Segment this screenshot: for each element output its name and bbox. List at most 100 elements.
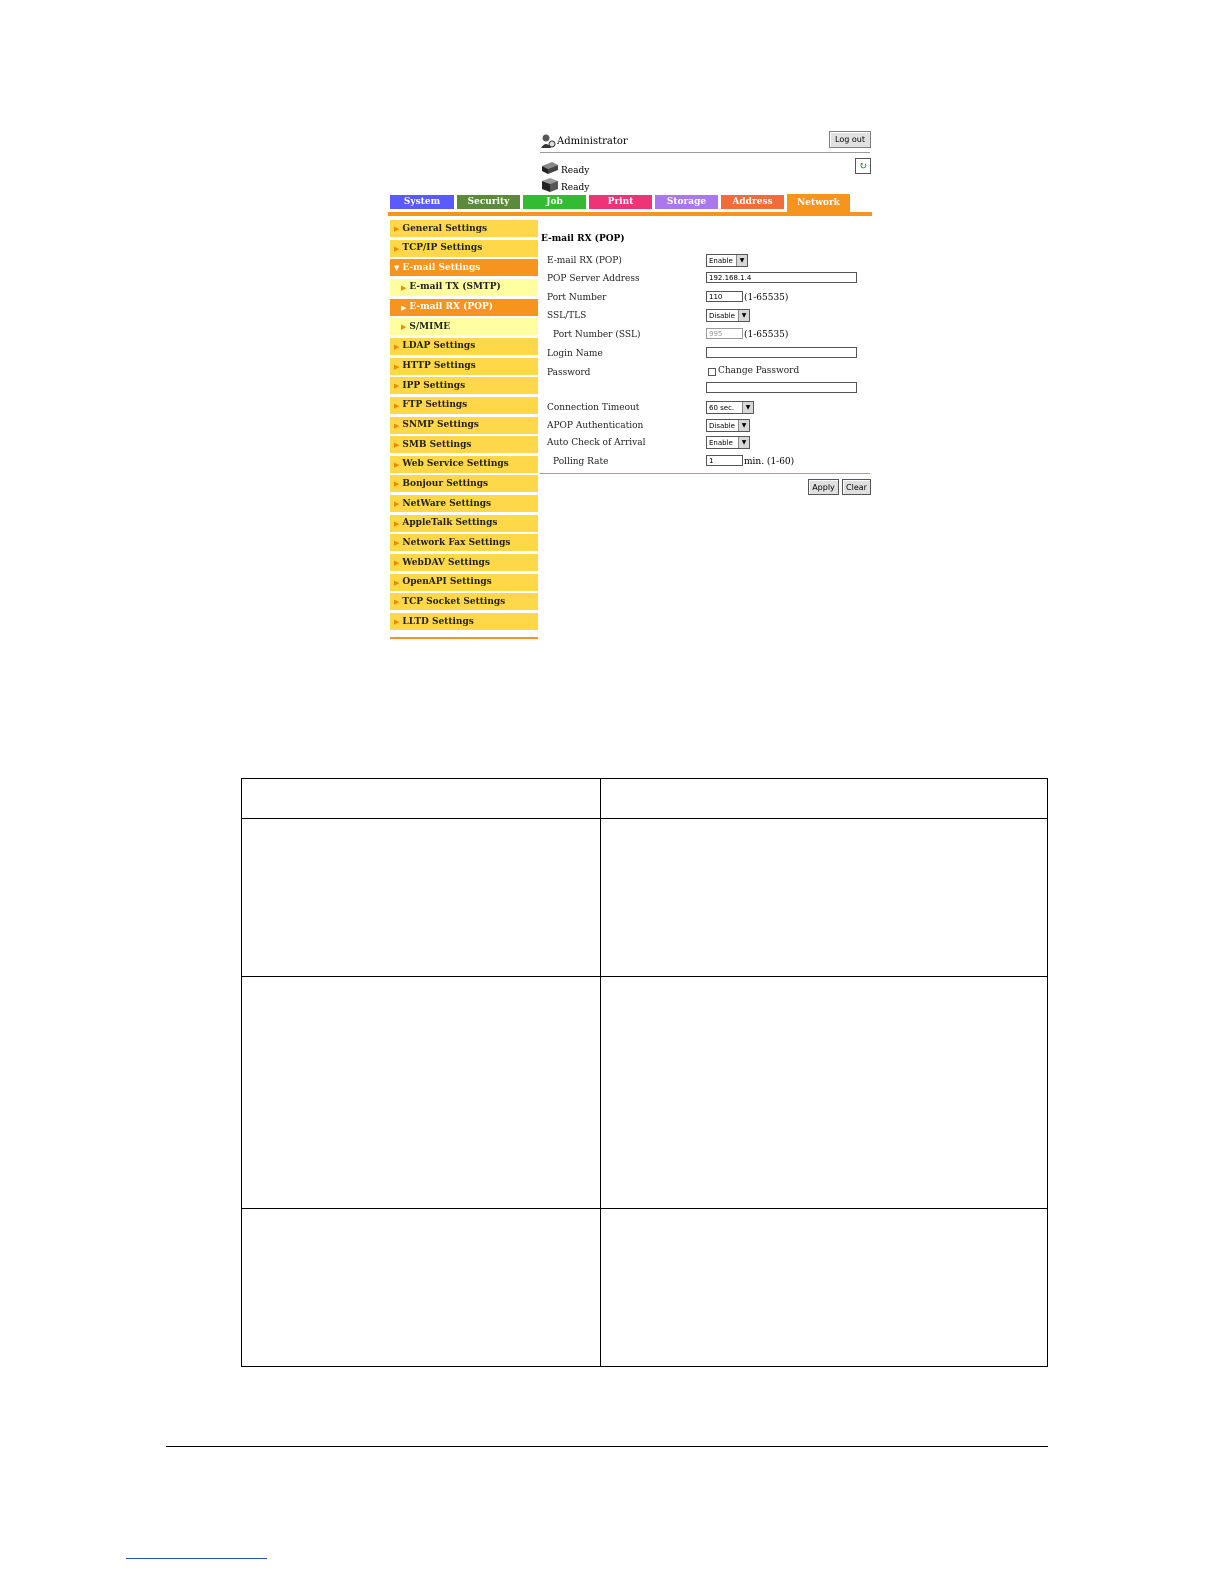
change-password-label: Change Password <box>718 366 800 376</box>
clear-button[interactable]: Clear <box>842 479 871 495</box>
port-ssl-range-hint: (1-65535) <box>744 330 789 340</box>
sidebar-item-label: E-mail RX (POP) <box>409 302 493 313</box>
ssl-tls-label: SSL/TLS <box>547 311 587 321</box>
sidebar-item-label: S/MIME <box>409 321 451 332</box>
sidebar-item-label: TCP Socket Settings <box>402 596 506 607</box>
sidebar-item-label: OpenAPI Settings <box>402 577 492 588</box>
sidebar-item-label: LLTD Settings <box>402 616 474 627</box>
polling-rate-input[interactable]: 1 <box>706 455 743 466</box>
triangle-right-icon: ▶ <box>401 282 407 292</box>
sidebar-item-ipp-settings[interactable]: ▶ IPP Settings <box>390 377 538 395</box>
triangle-right-icon: ▶ <box>394 617 400 626</box>
description-table <box>241 778 1048 1367</box>
form-divider <box>540 473 870 474</box>
password-label: Password <box>547 368 591 378</box>
pop-server-input[interactable]: 192.168.1.4 <box>706 272 857 283</box>
ssl-tls-select[interactable]: Disable ▼ <box>706 309 750 322</box>
triangle-right-icon: ▶ <box>394 558 400 568</box>
apop-auth-label: APOP Authentication <box>547 421 644 431</box>
tab-job[interactable]: Job <box>523 195 586 209</box>
apop-auth-value: Disable <box>709 421 735 430</box>
change-password-checkbox[interactable] <box>708 368 716 376</box>
ssl-tls-value: Disable <box>709 311 735 320</box>
tab-underline <box>388 212 872 216</box>
sidebar-item-e-mail-tx-smtp[interactable]: ▶ E-mail TX (SMTP) <box>390 278 538 296</box>
printer-icon <box>540 160 560 176</box>
sidebar-item-ldap-settings[interactable]: ▶ LDAP Settings <box>390 337 538 355</box>
sidebar-item-webdav-settings[interactable]: ▶ WebDAV Settings <box>390 554 538 572</box>
admin-indicator: Administrator <box>540 132 628 150</box>
sidebar-item-netware-settings[interactable]: ▶ NetWare Settings <box>390 495 538 513</box>
pop-server-label: POP Server Address <box>547 274 640 284</box>
tab-storage[interactable]: Storage <box>655 195 718 209</box>
connection-timeout-select[interactable]: 60 sec. ▼ <box>706 401 754 414</box>
sidebar-item-openapi-settings[interactable]: ▶ OpenAPI Settings <box>390 573 538 591</box>
sidebar-item-label: TCP/IP Settings <box>402 243 483 254</box>
administrator-icon <box>540 133 556 149</box>
sidebar-item-ftp-settings[interactable]: ▶ FTP Settings <box>390 396 538 414</box>
sidebar-item-lltd-settings[interactable]: ▶ LLTD Settings <box>390 613 538 630</box>
auto-check-value: Enable <box>709 438 733 447</box>
refresh-icon[interactable]: ↻ <box>855 158 871 174</box>
scanner-status: Ready <box>540 175 589 193</box>
table-row-divider <box>242 976 1047 977</box>
triangle-right-icon: ▶ <box>394 538 400 548</box>
email-rx-select[interactable]: Enable ▼ <box>706 254 748 267</box>
sidebar-item-label: General Settings <box>402 223 488 234</box>
apply-button[interactable]: Apply <box>808 479 839 495</box>
sidebar-item-label: Network Fax Settings <box>402 537 511 548</box>
sidebar-item-snmp-settings[interactable]: ▶ SNMP Settings <box>390 416 538 434</box>
web-admin-screenshot: Administrator Log out Ready Ready ↻ Syst… <box>388 128 872 643</box>
password-input[interactable] <box>706 382 857 393</box>
port-number-label: Port Number <box>547 293 607 303</box>
tab-print[interactable]: Print <box>589 195 652 209</box>
email-rx-value: Enable <box>709 256 733 265</box>
sidebar-item-s-mime[interactable]: ▶ S/MIME <box>390 318 538 336</box>
sidebar-item-web-service-settings[interactable]: ▶ Web Service Settings <box>390 455 538 473</box>
sidebar-item-bonjour-settings[interactable]: ▶ Bonjour Settings <box>390 475 538 493</box>
port-ssl-label: Port Number (SSL) <box>553 330 641 340</box>
scanner-icon <box>540 177 560 193</box>
login-name-input[interactable] <box>706 347 857 358</box>
sidebar-item-e-mail-rx-pop[interactable]: ▶ E-mail RX (POP) <box>390 298 538 316</box>
apop-auth-select[interactable]: Disable ▼ <box>706 419 750 432</box>
triangle-right-icon: ▶ <box>401 302 407 312</box>
triangle-right-icon: ▶ <box>394 224 400 233</box>
port-ssl-input[interactable]: 995 <box>706 328 743 339</box>
triangle-right-icon: ▶ <box>401 322 407 332</box>
header-divider <box>540 152 870 153</box>
triangle-right-icon: ▶ <box>394 597 400 607</box>
printer-status: Ready <box>540 158 589 176</box>
sidebar-bottom-rule <box>390 637 538 639</box>
polling-rate-unit: min. (1-60) <box>744 457 795 467</box>
sidebar-item-tcp-socket-settings[interactable]: ▶ TCP Socket Settings <box>390 593 538 611</box>
sidebar-item-label: SNMP Settings <box>402 420 479 430</box>
triangle-right-icon: ▶ <box>394 459 400 469</box>
triangle-right-icon: ▶ <box>394 243 400 253</box>
table-column-divider <box>600 779 601 1366</box>
port-number-input[interactable]: 110 <box>706 291 743 302</box>
sidebar-item-e-mail-settings[interactable]: ▼ E-mail Settings <box>390 259 538 277</box>
tab-network[interactable]: Network <box>787 194 850 212</box>
sidebar-item-network-fax-settings[interactable]: ▶ Network Fax Settings <box>390 534 538 552</box>
sidebar-item-http-settings[interactable]: ▶ HTTP Settings <box>390 357 538 375</box>
table-header-rule <box>242 818 1047 819</box>
sidebar-item-smb-settings[interactable]: ▶ SMB Settings <box>390 436 538 454</box>
triangle-right-icon: ▶ <box>394 518 400 528</box>
logout-button[interactable]: Log out <box>829 131 871 148</box>
sidebar-item-label: Web Service Settings <box>402 459 509 470</box>
login-name-label: Login Name <box>547 349 603 359</box>
sidebar-item-label: Bonjour Settings <box>402 478 489 489</box>
tab-system[interactable]: System <box>390 195 454 209</box>
tab-security[interactable]: Security <box>457 195 520 209</box>
sidebar-item-tcp-ip-settings[interactable]: ▶ TCP/IP Settings <box>390 239 538 257</box>
sidebar-item-label: E-mail TX (SMTP) <box>409 282 501 293</box>
sidebar-item-general-settings[interactable]: ▶ General Settings <box>390 220 538 237</box>
sidebar-item-label: E-mail Settings <box>402 262 481 273</box>
polling-rate-label: Polling Rate <box>553 457 609 467</box>
auto-check-select[interactable]: Enable ▼ <box>706 436 750 449</box>
chevron-down-icon: ▼ <box>742 402 753 413</box>
footer-link-underline <box>126 1558 267 1559</box>
sidebar-item-appletalk-settings[interactable]: ▶ AppleTalk Settings <box>390 514 538 532</box>
tab-address[interactable]: Address <box>721 195 784 209</box>
